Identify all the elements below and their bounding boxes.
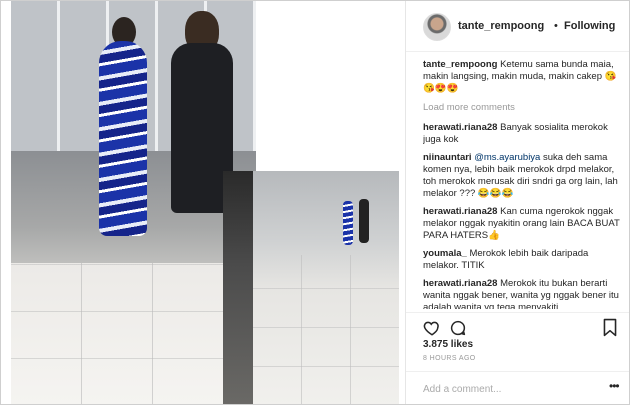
comments-list: tante_rempoong Ketemu sama bunda maia, m…: [423, 59, 624, 309]
post-photo[interactable]: [1, 1, 405, 404]
comment-mention[interactable]: @ms.ayarubiya: [474, 152, 540, 163]
action-bar: [406, 312, 629, 341]
photo-floor-tiles: [11, 263, 223, 404]
list-item: niinauntari @ms.ayarubiya suka deh sama …: [423, 152, 624, 200]
comment-icon[interactable]: [449, 319, 467, 337]
avatar[interactable]: [423, 13, 451, 41]
add-comment-bar: •••: [406, 371, 629, 404]
comment-username[interactable]: youmala_: [423, 248, 467, 259]
add-comment-input[interactable]: [421, 380, 605, 398]
list-item: herawati.riana28 Banyak sosialita meroko…: [423, 122, 624, 146]
caption: tante_rempoong Ketemu sama bunda maia, m…: [423, 59, 624, 95]
load-more-comments-link[interactable]: Load more comments: [423, 102, 624, 114]
photo-inset-scene: [223, 171, 399, 404]
comment-username[interactable]: herawati.riana28: [423, 278, 497, 289]
following-button[interactable]: Following: [564, 20, 615, 32]
comment-username[interactable]: herawati.riana28: [423, 122, 497, 133]
comment-username[interactable]: niinauntari: [423, 152, 472, 163]
bookmark-icon[interactable]: [602, 318, 618, 337]
post-side-panel: tante_rempoong • Following tante_rempoon…: [405, 1, 629, 404]
caption-username[interactable]: tante_rempoong: [423, 59, 497, 70]
list-item: herawati.riana28 Kan cuma ngerokok nggak…: [423, 206, 624, 242]
instagram-post-window: tante_rempoong • Following tante_rempoon…: [0, 0, 630, 405]
post-timestamp: 8 HOURS AGO: [423, 355, 476, 362]
likes-count[interactable]: 3.875 likes: [423, 339, 473, 350]
list-item: herawati.riana28 Merokok itu bukan berar…: [423, 278, 624, 309]
post-header: tante_rempoong • Following: [406, 1, 629, 52]
comment-username[interactable]: herawati.riana28: [423, 206, 497, 217]
heart-icon[interactable]: [423, 319, 441, 337]
separator-dot: •: [554, 20, 558, 32]
username-link[interactable]: tante_rempoong: [458, 20, 544, 32]
more-icon[interactable]: •••: [609, 379, 620, 393]
photo-person-blue-dress: [99, 41, 147, 236]
list-item: youmala_ Merokok lebih baik daripada mel…: [423, 248, 624, 272]
